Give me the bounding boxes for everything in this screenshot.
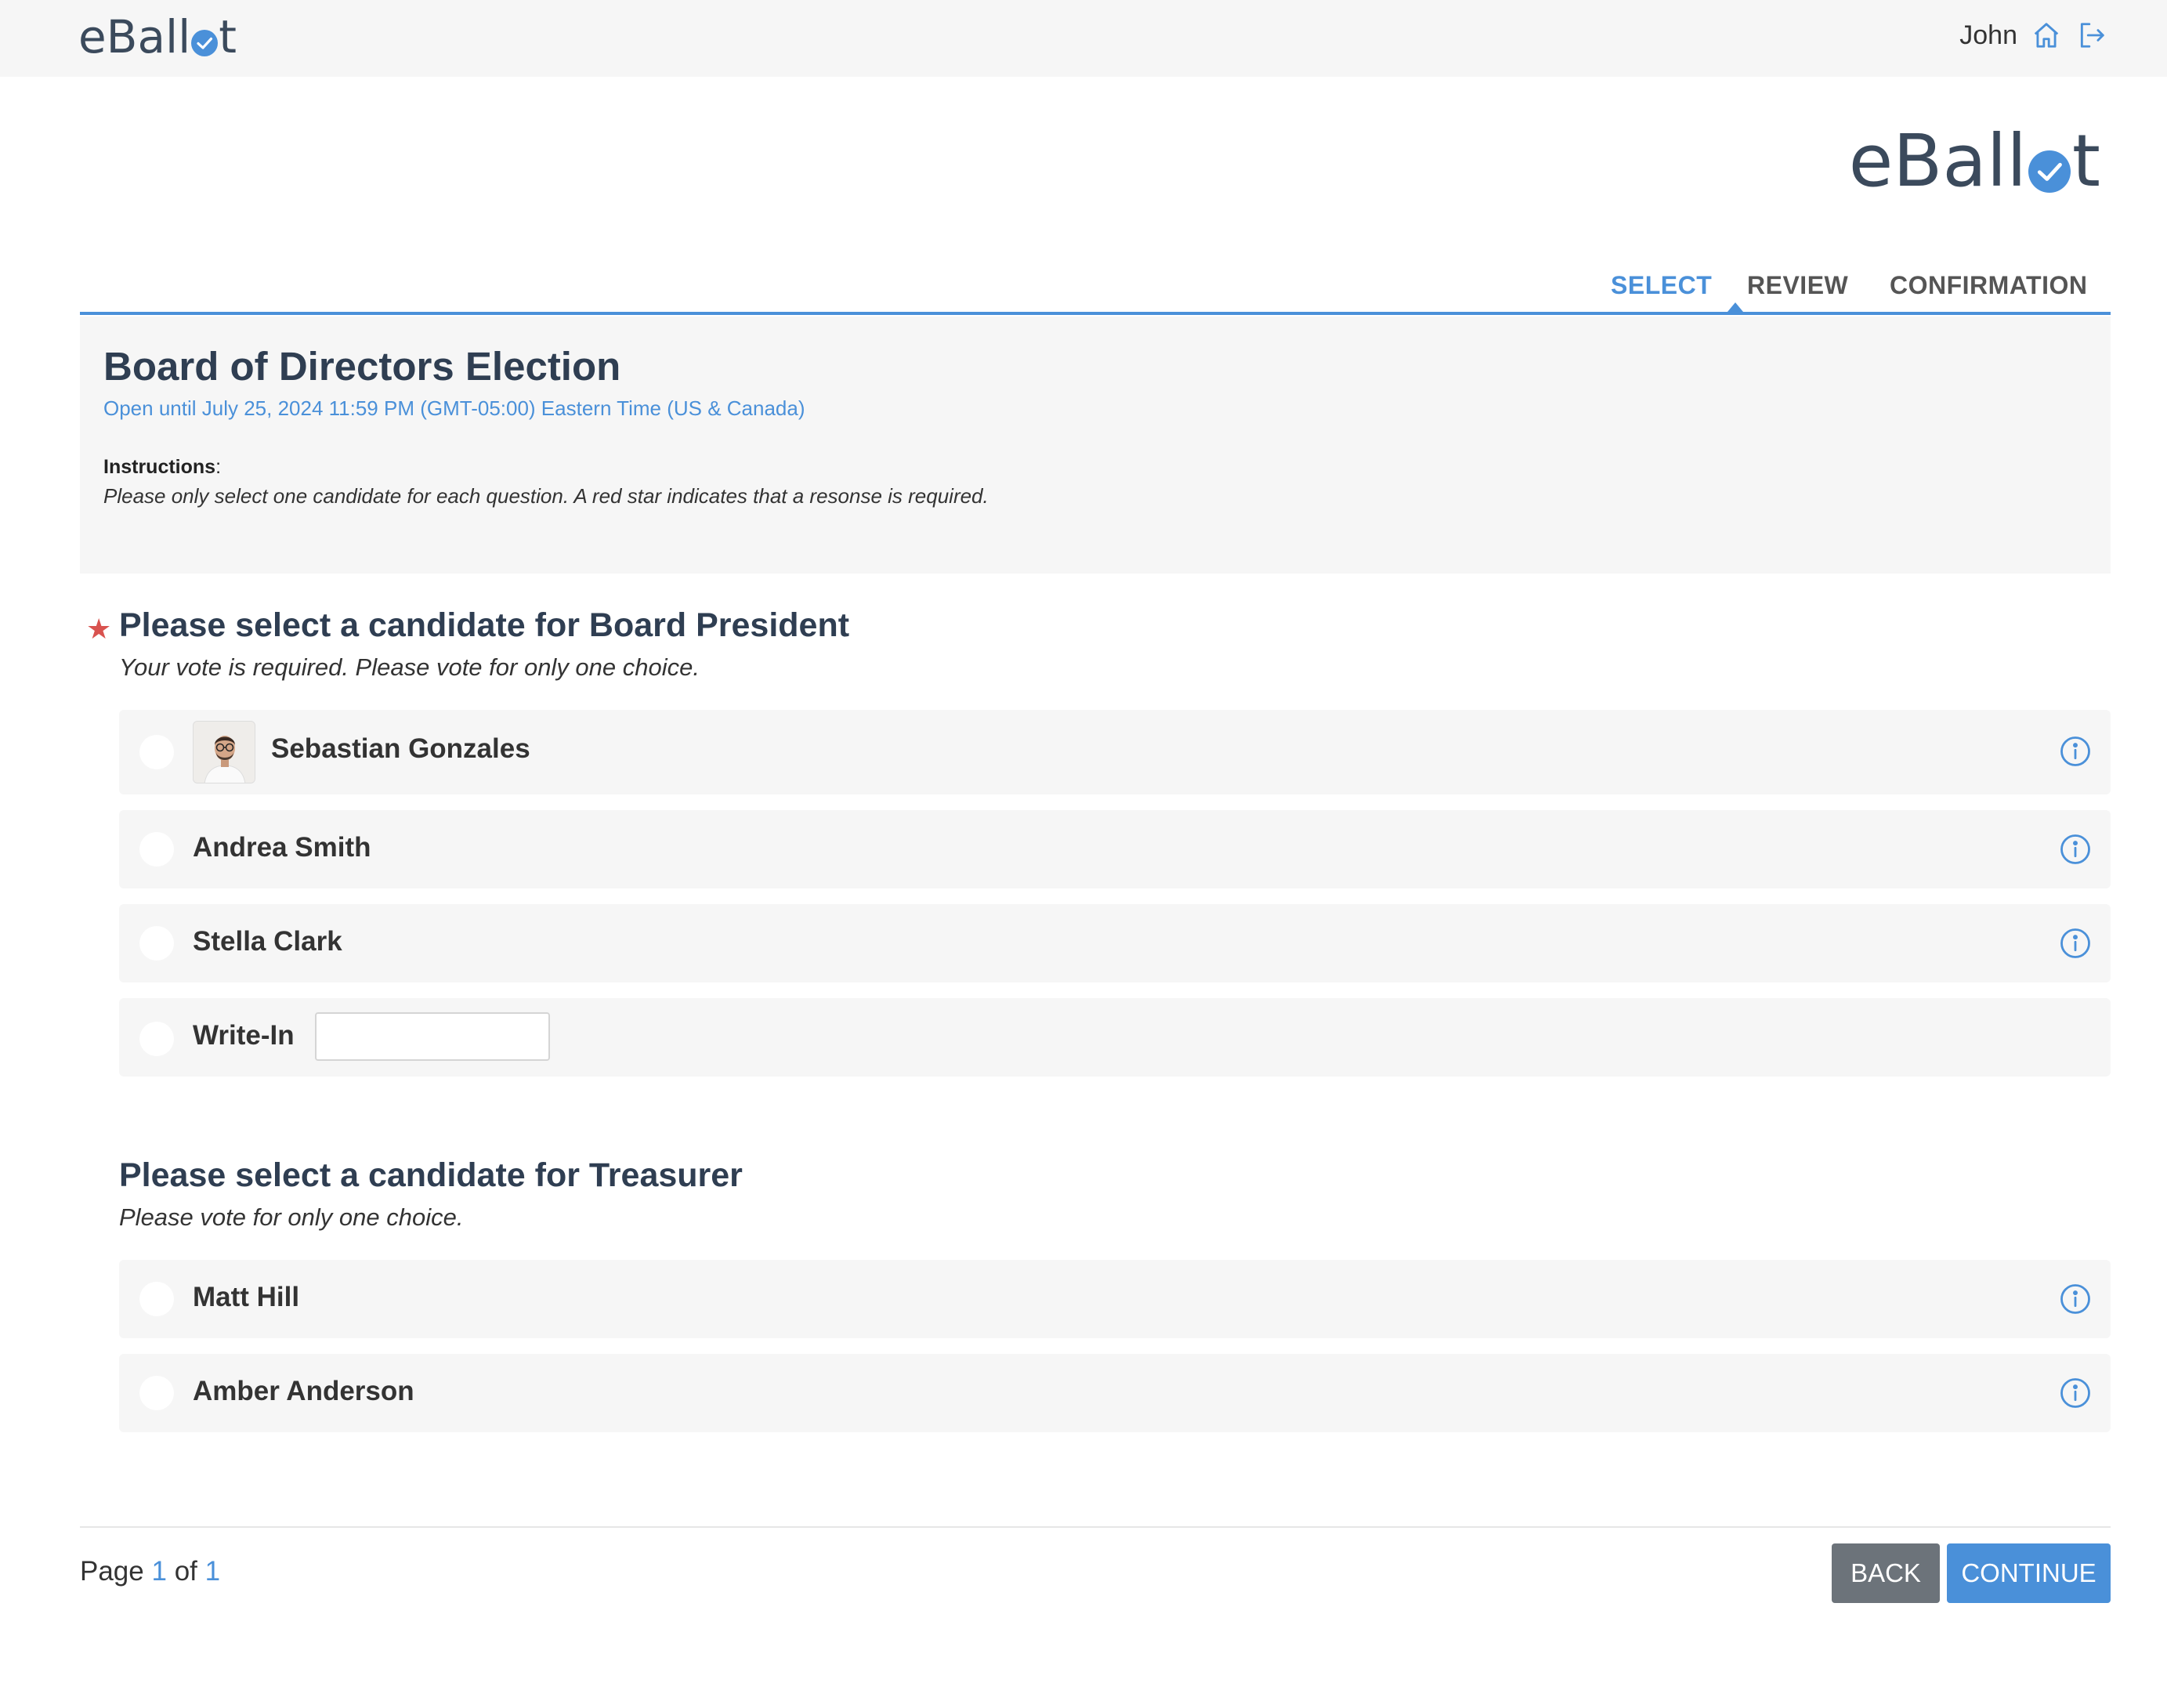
instructions-text: Please only select one candidate for eac… bbox=[103, 484, 989, 508]
election-header: Board of Directors Election Open until J… bbox=[80, 317, 2111, 574]
progress-steps: SELECT REVIEW CONFIRMATION bbox=[80, 266, 2111, 315]
check-icon bbox=[191, 30, 219, 56]
page-indicator: Page 1 of 1 bbox=[80, 1556, 221, 1587]
main-logo: eBall t bbox=[1848, 119, 2100, 203]
step-review[interactable]: REVIEW bbox=[1747, 271, 1848, 300]
option-label: Stella Clark bbox=[193, 926, 342, 957]
top-bar: eBall t John bbox=[0, 0, 2167, 77]
option-label: Amber Anderson bbox=[193, 1376, 414, 1406]
radio-button[interactable] bbox=[139, 735, 174, 769]
question-title-treasurer: Please select a candidate for Treasurer bbox=[119, 1156, 743, 1194]
option-label: Matt Hill bbox=[193, 1282, 300, 1312]
radio-button[interactable] bbox=[139, 1282, 174, 1316]
footer-divider bbox=[80, 1526, 2111, 1528]
radio-button[interactable] bbox=[139, 926, 174, 961]
option-label: Andrea Smith bbox=[193, 832, 371, 863]
question-subtitle-treasurer: Please vote for only one choice. bbox=[119, 1203, 464, 1231]
question-title-president: Please select a candidate for Board Pres… bbox=[119, 606, 850, 644]
required-star-icon: ★ bbox=[86, 613, 112, 645]
radio-button[interactable] bbox=[139, 1376, 174, 1410]
radio-button[interactable] bbox=[139, 832, 174, 867]
option-sebastian-gonzales[interactable]: Sebastian Gonzales bbox=[119, 710, 2111, 794]
current-page: 1 bbox=[151, 1556, 167, 1587]
user-menu: John bbox=[1959, 19, 2108, 52]
option-matt-hill[interactable]: Matt Hill bbox=[119, 1260, 2111, 1338]
instructions-label: Instructions: bbox=[103, 456, 222, 478]
question-subtitle-president: Your vote is required. Please vote for o… bbox=[119, 653, 700, 681]
active-step-indicator bbox=[1727, 302, 1743, 312]
check-icon bbox=[2028, 150, 2071, 193]
step-select[interactable]: SELECT bbox=[1611, 271, 1712, 300]
home-icon[interactable] bbox=[2030, 19, 2063, 52]
info-icon[interactable] bbox=[2059, 735, 2092, 768]
continue-button[interactable]: CONTINUE bbox=[1947, 1543, 2111, 1603]
total-pages: 1 bbox=[204, 1556, 221, 1587]
info-icon[interactable] bbox=[2059, 833, 2092, 866]
option-andrea-smith[interactable]: Andrea Smith bbox=[119, 810, 2111, 888]
option-amber-anderson[interactable]: Amber Anderson bbox=[119, 1354, 2111, 1432]
option-write-in[interactable]: Write-In bbox=[119, 998, 2111, 1077]
election-deadline: Open until July 25, 2024 11:59 PM (GMT-0… bbox=[103, 396, 805, 420]
option-label: Sebastian Gonzales bbox=[271, 733, 530, 764]
back-button[interactable]: BACK bbox=[1832, 1543, 1940, 1603]
write-in-input[interactable] bbox=[315, 1012, 550, 1061]
header-logo[interactable]: eBall t bbox=[78, 14, 237, 60]
logout-icon[interactable] bbox=[2075, 19, 2108, 52]
username: John bbox=[1959, 20, 2017, 50]
option-label: Write-In bbox=[193, 1020, 295, 1051]
candidate-photo bbox=[193, 721, 255, 783]
info-icon[interactable] bbox=[2059, 1283, 2092, 1315]
radio-button[interactable] bbox=[139, 1022, 174, 1056]
step-confirmation[interactable]: CONFIRMATION bbox=[1890, 271, 2087, 300]
option-stella-clark[interactable]: Stella Clark bbox=[119, 904, 2111, 982]
info-icon[interactable] bbox=[2059, 1377, 2092, 1409]
election-title: Board of Directors Election bbox=[103, 344, 621, 389]
info-icon[interactable] bbox=[2059, 927, 2092, 960]
